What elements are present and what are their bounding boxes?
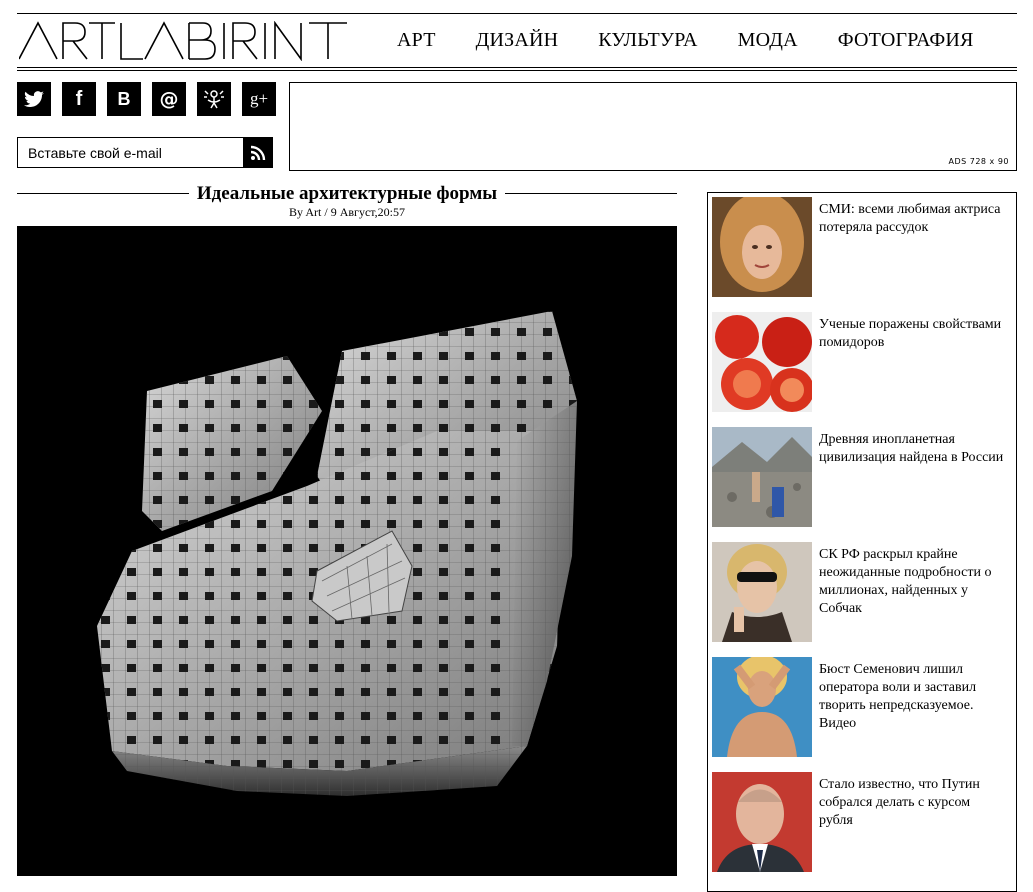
twitter-icon[interactable] [17,82,51,116]
news-card[interactable]: СМИ: всеми любимая актриса потеряла расс… [712,197,1012,297]
news-card[interactable]: Бюст Семенович лишил оператора воли и за… [712,657,1012,757]
news-title[interactable]: Ученые поражены свойствами помидоров [819,316,1004,352]
ad-banner[interactable]: ADS 728 x 90 [289,82,1017,171]
news-thumbnail[interactable] [712,657,812,757]
nav-item-culture[interactable]: КУЛЬТУРА [598,29,697,52]
ad-label: ADS 728 x 90 [948,157,1009,166]
site-header: АРТ ДИЗАЙН КУЛЬТУРА МОДА ФОТОГРАФИЯ [17,13,1017,68]
sidebar-news: СМИ: всеми любимая актриса потеряла расс… [707,192,1017,892]
news-thumbnail[interactable] [712,427,812,527]
news-title[interactable]: Стало известно, что Путин собрался делат… [819,776,1004,830]
news-thumbnail[interactable] [712,542,812,642]
nav-item-fashion[interactable]: МОДА [738,29,798,52]
news-title[interactable]: Бюст Семенович лишил оператора воли и за… [819,661,1004,733]
news-thumbnail[interactable] [712,772,812,872]
news-title[interactable]: СК РФ раскрыл крайне неожиданные подробн… [819,546,1004,618]
mail-icon[interactable]: @ [152,82,186,116]
nav-item-design[interactable]: ДИЗАЙН [476,29,559,52]
google-plus-icon[interactable]: g+ [242,82,276,116]
rss-icon[interactable] [243,138,272,167]
vkontakte-icon[interactable]: B [107,82,141,116]
article-title[interactable]: Идеальные архитектурные формы [188,183,506,204]
article-title-row: Идеальные архитектурные формы [17,183,677,205]
email-subscribe [17,137,273,168]
news-title[interactable]: Древняя инопланетная цивилизация найдена… [819,431,1004,467]
main-nav: АРТ ДИЗАЙН КУЛЬТУРА МОДА ФОТОГРАФИЯ [397,14,1014,67]
news-card[interactable]: Древняя инопланетная цивилизация найдена… [712,427,1012,527]
nav-item-art[interactable]: АРТ [397,29,436,52]
article-meta: By Art / 9 Август,20:57 [289,205,405,219]
news-card[interactable]: Стало известно, что Путин собрался делат… [712,772,1012,872]
news-thumbnail[interactable] [712,312,812,412]
facebook-icon[interactable]: f [62,82,96,116]
site-logo[interactable] [19,21,349,61]
social-icons: f B @ g+ [17,82,287,116]
news-title[interactable]: СМИ: всеми любимая актриса потеряла расс… [819,201,1004,237]
odnoklassniki-icon[interactable] [197,82,231,116]
header-divider [17,70,1017,71]
article-image[interactable] [17,226,677,876]
nav-item-photography[interactable]: ФОТОГРАФИЯ [838,29,974,52]
email-input[interactable] [18,138,244,167]
news-card[interactable]: Ученые поражены свойствами помидоров [712,312,1012,412]
news-card[interactable]: СК РФ раскрыл крайне неожиданные подробн… [712,542,1012,642]
news-thumbnail[interactable] [712,197,812,297]
